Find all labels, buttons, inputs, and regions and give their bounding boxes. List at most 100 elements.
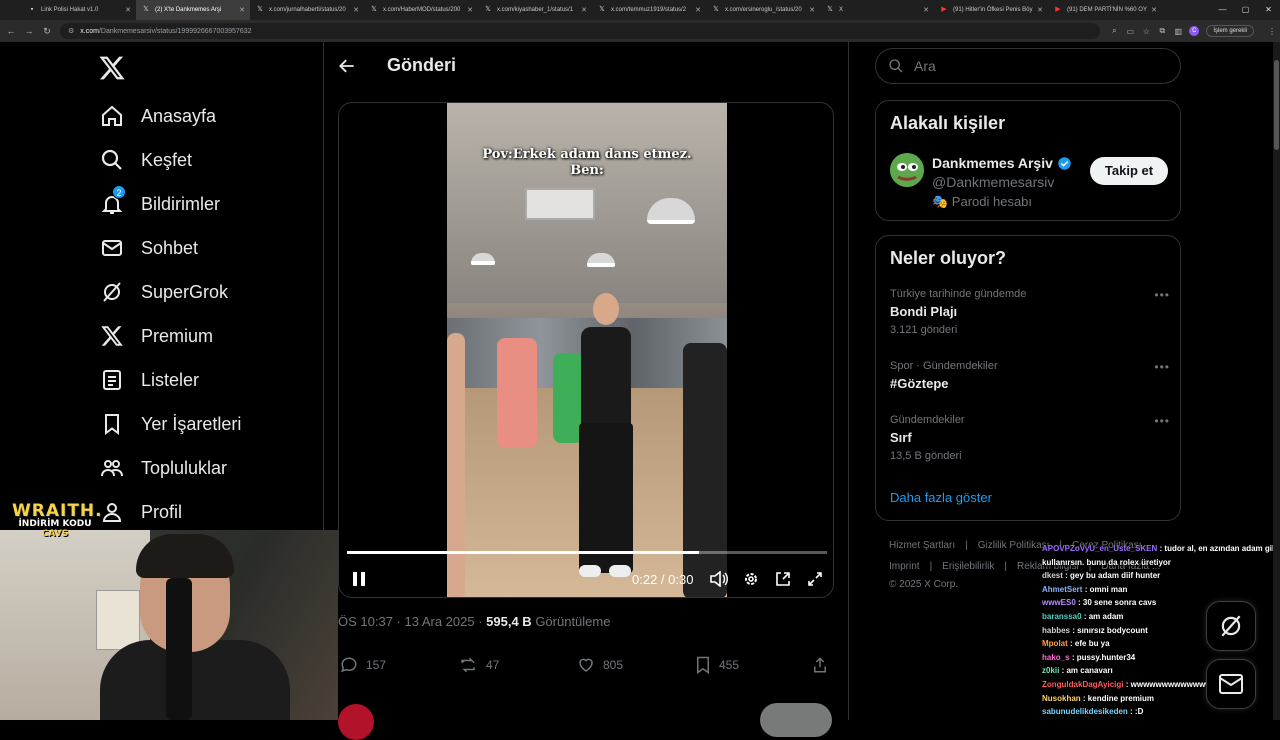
site-info-icon[interactable]: ⚙ (68, 27, 74, 35)
more-options-icon[interactable]: ••• (1154, 414, 1170, 428)
search-field[interactable]: Ara (875, 48, 1181, 84)
search-icon (889, 59, 903, 73)
video-player[interactable]: Pov:Erkek adam dans etmez. Ben: 0:22 / 0… (338, 102, 834, 598)
view-count: 595,4 B (486, 614, 532, 629)
menu-icon[interactable]: ⋮ (1264, 27, 1280, 36)
pause-icon (353, 572, 365, 586)
fullscreen-button[interactable] (803, 567, 827, 591)
sidebar-item-anasayfa[interactable]: Anasayfa (100, 94, 241, 138)
tab-close-icon[interactable]: ✕ (581, 6, 587, 14)
minimize-button[interactable]: — (1211, 0, 1234, 20)
trend-item[interactable]: Gündemdekiler Sırf 13,5 B gönderi ••• (890, 414, 1170, 462)
x-logo-icon[interactable] (98, 54, 126, 82)
browser-tab[interactable]: ▶ (91) Hitler'in Öfkesi Penis Böy ✕ (934, 0, 1048, 20)
avatar[interactable] (890, 153, 924, 187)
chat-text: : pussy.hunter34 (1071, 652, 1136, 662)
chat-text: : am canavarı (1061, 666, 1113, 676)
back-nav-icon[interactable]: ← (4, 26, 18, 36)
cast-icon[interactable]: ▭ (1122, 27, 1138, 36)
settings-button[interactable] (739, 567, 763, 591)
sidebar-item-keşfet[interactable]: Keşfet (100, 138, 241, 182)
tab-close-icon[interactable]: ✕ (353, 6, 359, 14)
bookmark-count: 455 (719, 658, 740, 672)
star-icon[interactable]: ☆ (1138, 27, 1154, 36)
bookmark-icon (697, 656, 709, 674)
forward-nav-icon[interactable]: → (22, 26, 36, 36)
zoom-icon[interactable]: ⌕ (1106, 26, 1122, 36)
tab-close-icon[interactable]: ✕ (923, 6, 929, 14)
user-name[interactable]: Dankmemes Arşiv (932, 155, 1072, 171)
trend-item[interactable]: Türkiye tarihinde gündemde Bondi Plajı 3.1… (890, 288, 1170, 336)
page-icon: ▪ (30, 6, 34, 13)
reply-button[interactable]: 157 (340, 656, 386, 674)
browser-tab[interactable]: 𝕏x.com/HaberMOD/status/200 ✕ (364, 0, 478, 20)
like-button[interactable]: 805 (577, 656, 623, 674)
footer-link[interactable]: Imprint (889, 561, 920, 572)
mail-icon (1219, 674, 1243, 694)
sidebar-item-supergrok[interactable]: SuperGrok (100, 270, 241, 314)
trend-item[interactable]: Spor · Gündemdekiler #Göztepe ••• (890, 360, 1170, 391)
action-required-button[interactable]: İşlem gerekli (1206, 25, 1254, 37)
sidebar-item-premium[interactable]: Premium (100, 314, 241, 358)
tab-close-icon[interactable]: ✕ (695, 6, 701, 14)
reply-icon (341, 657, 357, 673)
chat-message: AhmetSert : omni man (1042, 583, 1280, 597)
video-progress-bar[interactable] (347, 551, 827, 554)
footer-link[interactable]: Erişilebilirlik (942, 561, 994, 572)
messages-fab-button[interactable] (1206, 659, 1256, 709)
maximize-button[interactable]: ▢ (1234, 0, 1257, 20)
tab-close-icon[interactable]: ✕ (809, 6, 815, 14)
sidebar-item-sohbet[interactable]: Sohbet (100, 226, 241, 270)
repost-button[interactable]: 47 (458, 656, 499, 674)
browser-tab[interactable]: 𝕏 (2) X'te Dankmemes Arşi ✕ (136, 0, 250, 20)
footer-separator: | (965, 540, 968, 551)
gear-icon (745, 573, 757, 585)
tab-close-icon[interactable]: ✕ (239, 6, 245, 14)
pepe-avatar-icon (890, 153, 924, 187)
profile-avatar[interactable]: C (1189, 26, 1200, 36)
sidepanel-icon[interactable]: ▥ (1170, 27, 1186, 36)
volume-button[interactable] (707, 567, 731, 591)
browser-tab[interactable]: ▶ (91) DEM PARTİ'NİN %60 OY ✕ (1048, 0, 1162, 20)
bookmark-button[interactable]: 455 (695, 656, 739, 674)
browser-tab[interactable]: 𝕏x.com/ersineroglu_/status/20 ✕ (706, 0, 820, 20)
tab-close-icon[interactable]: ✕ (1037, 6, 1043, 14)
tab-close-icon[interactable]: ✕ (1151, 6, 1157, 14)
browser-tab[interactable]: 𝕏x.com/temmuz1919/status/2 ✕ (592, 0, 706, 20)
more-options-icon[interactable]: ••• (1154, 288, 1170, 302)
more-options-icon[interactable]: ••• (1154, 360, 1170, 374)
footer-link[interactable]: Hizmet Şartları (889, 540, 955, 551)
post-timestamp[interactable]: ÖS 10:37 · 13 Ara 2025 · (338, 614, 486, 629)
sidebar-item-yer-i-şaretleri[interactable]: Yer İşaretleri (100, 402, 241, 446)
sidebar-item-listeler[interactable]: Listeler (100, 358, 241, 402)
footer-link[interactable]: Gizlilik Politikası (978, 540, 1050, 551)
sidebar-item-topluluklar[interactable]: Topluluklar (100, 446, 241, 490)
post-meta: ÖS 10:37 · 13 Ara 2025 · 595,4 B Görüntü… (338, 614, 610, 629)
show-more-link[interactable]: Daha fazla göster (890, 490, 992, 505)
back-arrow-icon[interactable] (337, 56, 357, 76)
extensions-icon[interactable]: ⧉ (1154, 26, 1170, 36)
mail-icon (100, 236, 124, 260)
reply-avatar[interactable] (338, 704, 374, 740)
browser-tab[interactable]: 𝕏 X ✕ (820, 0, 934, 20)
tab-close-icon[interactable]: ✕ (125, 6, 131, 14)
close-window-button[interactable]: ✕ (1257, 0, 1280, 20)
page-scrollbar[interactable] (1273, 42, 1280, 720)
url-field[interactable]: ⚙ x.com /Dankmemesarsiv/status/199992666… (60, 23, 1100, 39)
browser-tab[interactable]: 𝕏x.com/kiyashaber_1/status/1 ✕ (478, 0, 592, 20)
browser-tab[interactable]: ▪ Link Polisi Hakat v1.0 ✕ (22, 0, 136, 20)
search-icon (100, 148, 124, 172)
reload-icon[interactable]: ↻ (40, 26, 54, 37)
chat-username: Nusokhan (1042, 693, 1081, 703)
home-icon (100, 104, 124, 128)
share-button[interactable] (812, 656, 836, 674)
pip-button[interactable] (771, 567, 795, 591)
sidebar-item-bildirimler[interactable]: 2 Bildirimler (100, 182, 241, 226)
follow-button[interactable]: Takip et (1090, 157, 1168, 185)
tab-close-icon[interactable]: ✕ (467, 6, 473, 14)
grok-fab-button[interactable] (1206, 601, 1256, 651)
browser-tab[interactable]: 𝕏x.com/jurnalhaberti/status/20 ✕ (250, 0, 364, 20)
sidebar-item-profil[interactable]: Profil (100, 490, 241, 534)
pause-button[interactable] (347, 567, 371, 591)
reply-submit-button[interactable] (760, 703, 832, 737)
